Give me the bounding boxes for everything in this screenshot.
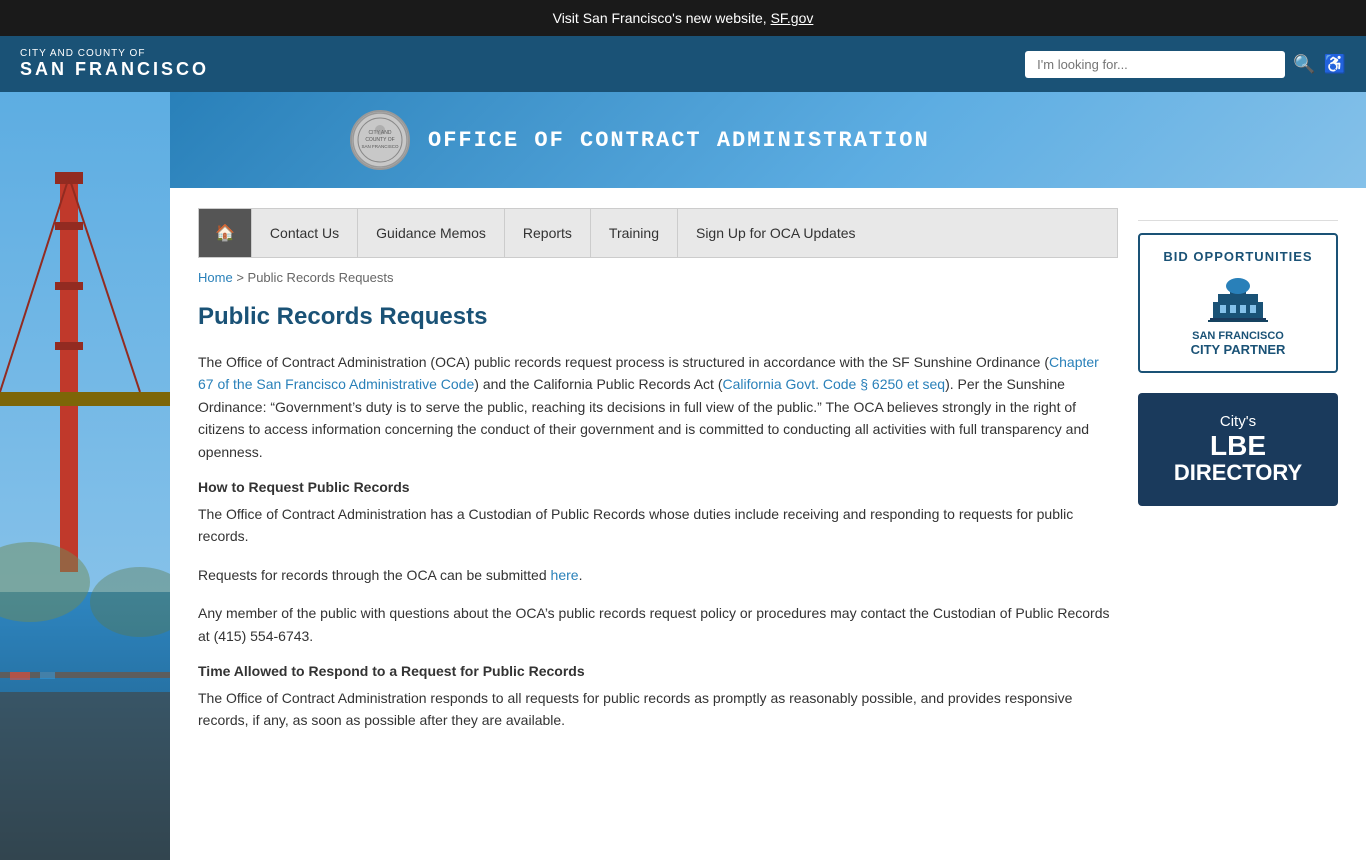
section2-heading: Time Allowed to Respond to a Request for… (198, 663, 1118, 679)
city-name: San Francisco (20, 59, 209, 80)
search-button[interactable]: 🔍 (1293, 54, 1315, 75)
content-area: 🏠 Contact Us Guidance Memos Reports Trai… (198, 188, 1118, 758)
nav-reports[interactable]: Reports (504, 209, 590, 257)
department-seal: CITY AND COUNTY OF SAN FRANCISCO (350, 110, 410, 170)
breadcrumb: Home > Public Records Requests (198, 258, 1118, 293)
page-title: Public Records Requests (198, 303, 1118, 331)
section1-para3: Any member of the public with questions … (198, 602, 1118, 647)
sidebar: BID OPPORTUNITIES (1138, 188, 1338, 758)
svg-text:COUNTY OF: COUNTY OF (365, 137, 394, 143)
page-content: Public Records Requests The Office of Co… (198, 293, 1118, 758)
breadcrumb-current: Public Records Requests (248, 270, 394, 285)
section2-para: The Office of Contract Administration re… (198, 687, 1118, 732)
site-header: City and County of San Francisco 🔍 ♿ (0, 36, 1366, 92)
header-search-area: 🔍 ♿ (1025, 51, 1346, 78)
bid-opportunities-title: BID OPPORTUNITIES (1154, 249, 1322, 264)
here-link[interactable]: here (551, 567, 579, 583)
nav-home-button[interactable]: 🏠 (199, 209, 251, 257)
intro-paragraph: The Office of Contract Administration (O… (198, 351, 1118, 463)
nav-training[interactable]: Training (590, 209, 677, 257)
dept-title: Office of Contract Administration (428, 128, 930, 153)
nav-bar: 🏠 Contact Us Guidance Memos Reports Trai… (198, 208, 1118, 258)
bid-opportunities-widget[interactable]: BID OPPORTUNITIES (1138, 233, 1338, 373)
city-label: City and County of (20, 48, 209, 59)
nav-sign-up[interactable]: Sign Up for OCA Updates (677, 209, 874, 257)
search-input[interactable] (1025, 51, 1285, 78)
svg-text:SAN FRANCISCO: SAN FRANCISCO (361, 144, 399, 149)
site-logo: City and County of San Francisco (20, 48, 209, 80)
bid-building-icon (1208, 272, 1268, 322)
main-layout: 🏠 Contact Us Guidance Memos Reports Trai… (178, 188, 1358, 758)
top-banner-text: Visit San Francisco's new website, (553, 10, 771, 26)
content-wrapper: CITY AND COUNTY OF SAN FRANCISCO Office … (170, 92, 1366, 758)
lbe-label: LBE (1152, 432, 1324, 460)
directory-label: DIRECTORY (1152, 460, 1324, 486)
breadcrumb-separator: > (236, 270, 244, 285)
top-banner: Visit San Francisco's new website, SF.go… (0, 0, 1366, 36)
breadcrumb-home-link[interactable]: Home (198, 270, 233, 285)
sidebar-divider-top (1138, 220, 1338, 221)
home-icon: 🏠 (215, 223, 235, 243)
sfgov-link[interactable]: SF.gov (771, 10, 814, 26)
page-wrapper: CITY AND COUNTY OF SAN FRANCISCO Office … (0, 92, 1366, 758)
section1-heading: How to Request Public Records (198, 479, 1118, 495)
citys-label: City's (1152, 413, 1324, 430)
nav-guidance-memos[interactable]: Guidance Memos (357, 209, 504, 257)
accessibility-icon[interactable]: ♿ (1324, 54, 1346, 75)
city-partner-label: CITY PARTNER (1154, 342, 1322, 357)
nav-contact-us[interactable]: Contact Us (251, 209, 357, 257)
section1-para2: Requests for records through the OCA can… (198, 564, 1118, 586)
dept-header: CITY AND COUNTY OF SAN FRANCISCO Office … (170, 92, 1366, 188)
hero-image (0, 92, 170, 860)
lbe-directory-widget[interactable]: City's LBE DIRECTORY (1138, 393, 1338, 506)
section1-para1: The Office of Contract Administration ha… (198, 503, 1118, 548)
govt-code-link[interactable]: California Govt. Code § 6250 et seq (723, 376, 946, 392)
sf-label: SAN FRANCISCO (1154, 330, 1322, 342)
